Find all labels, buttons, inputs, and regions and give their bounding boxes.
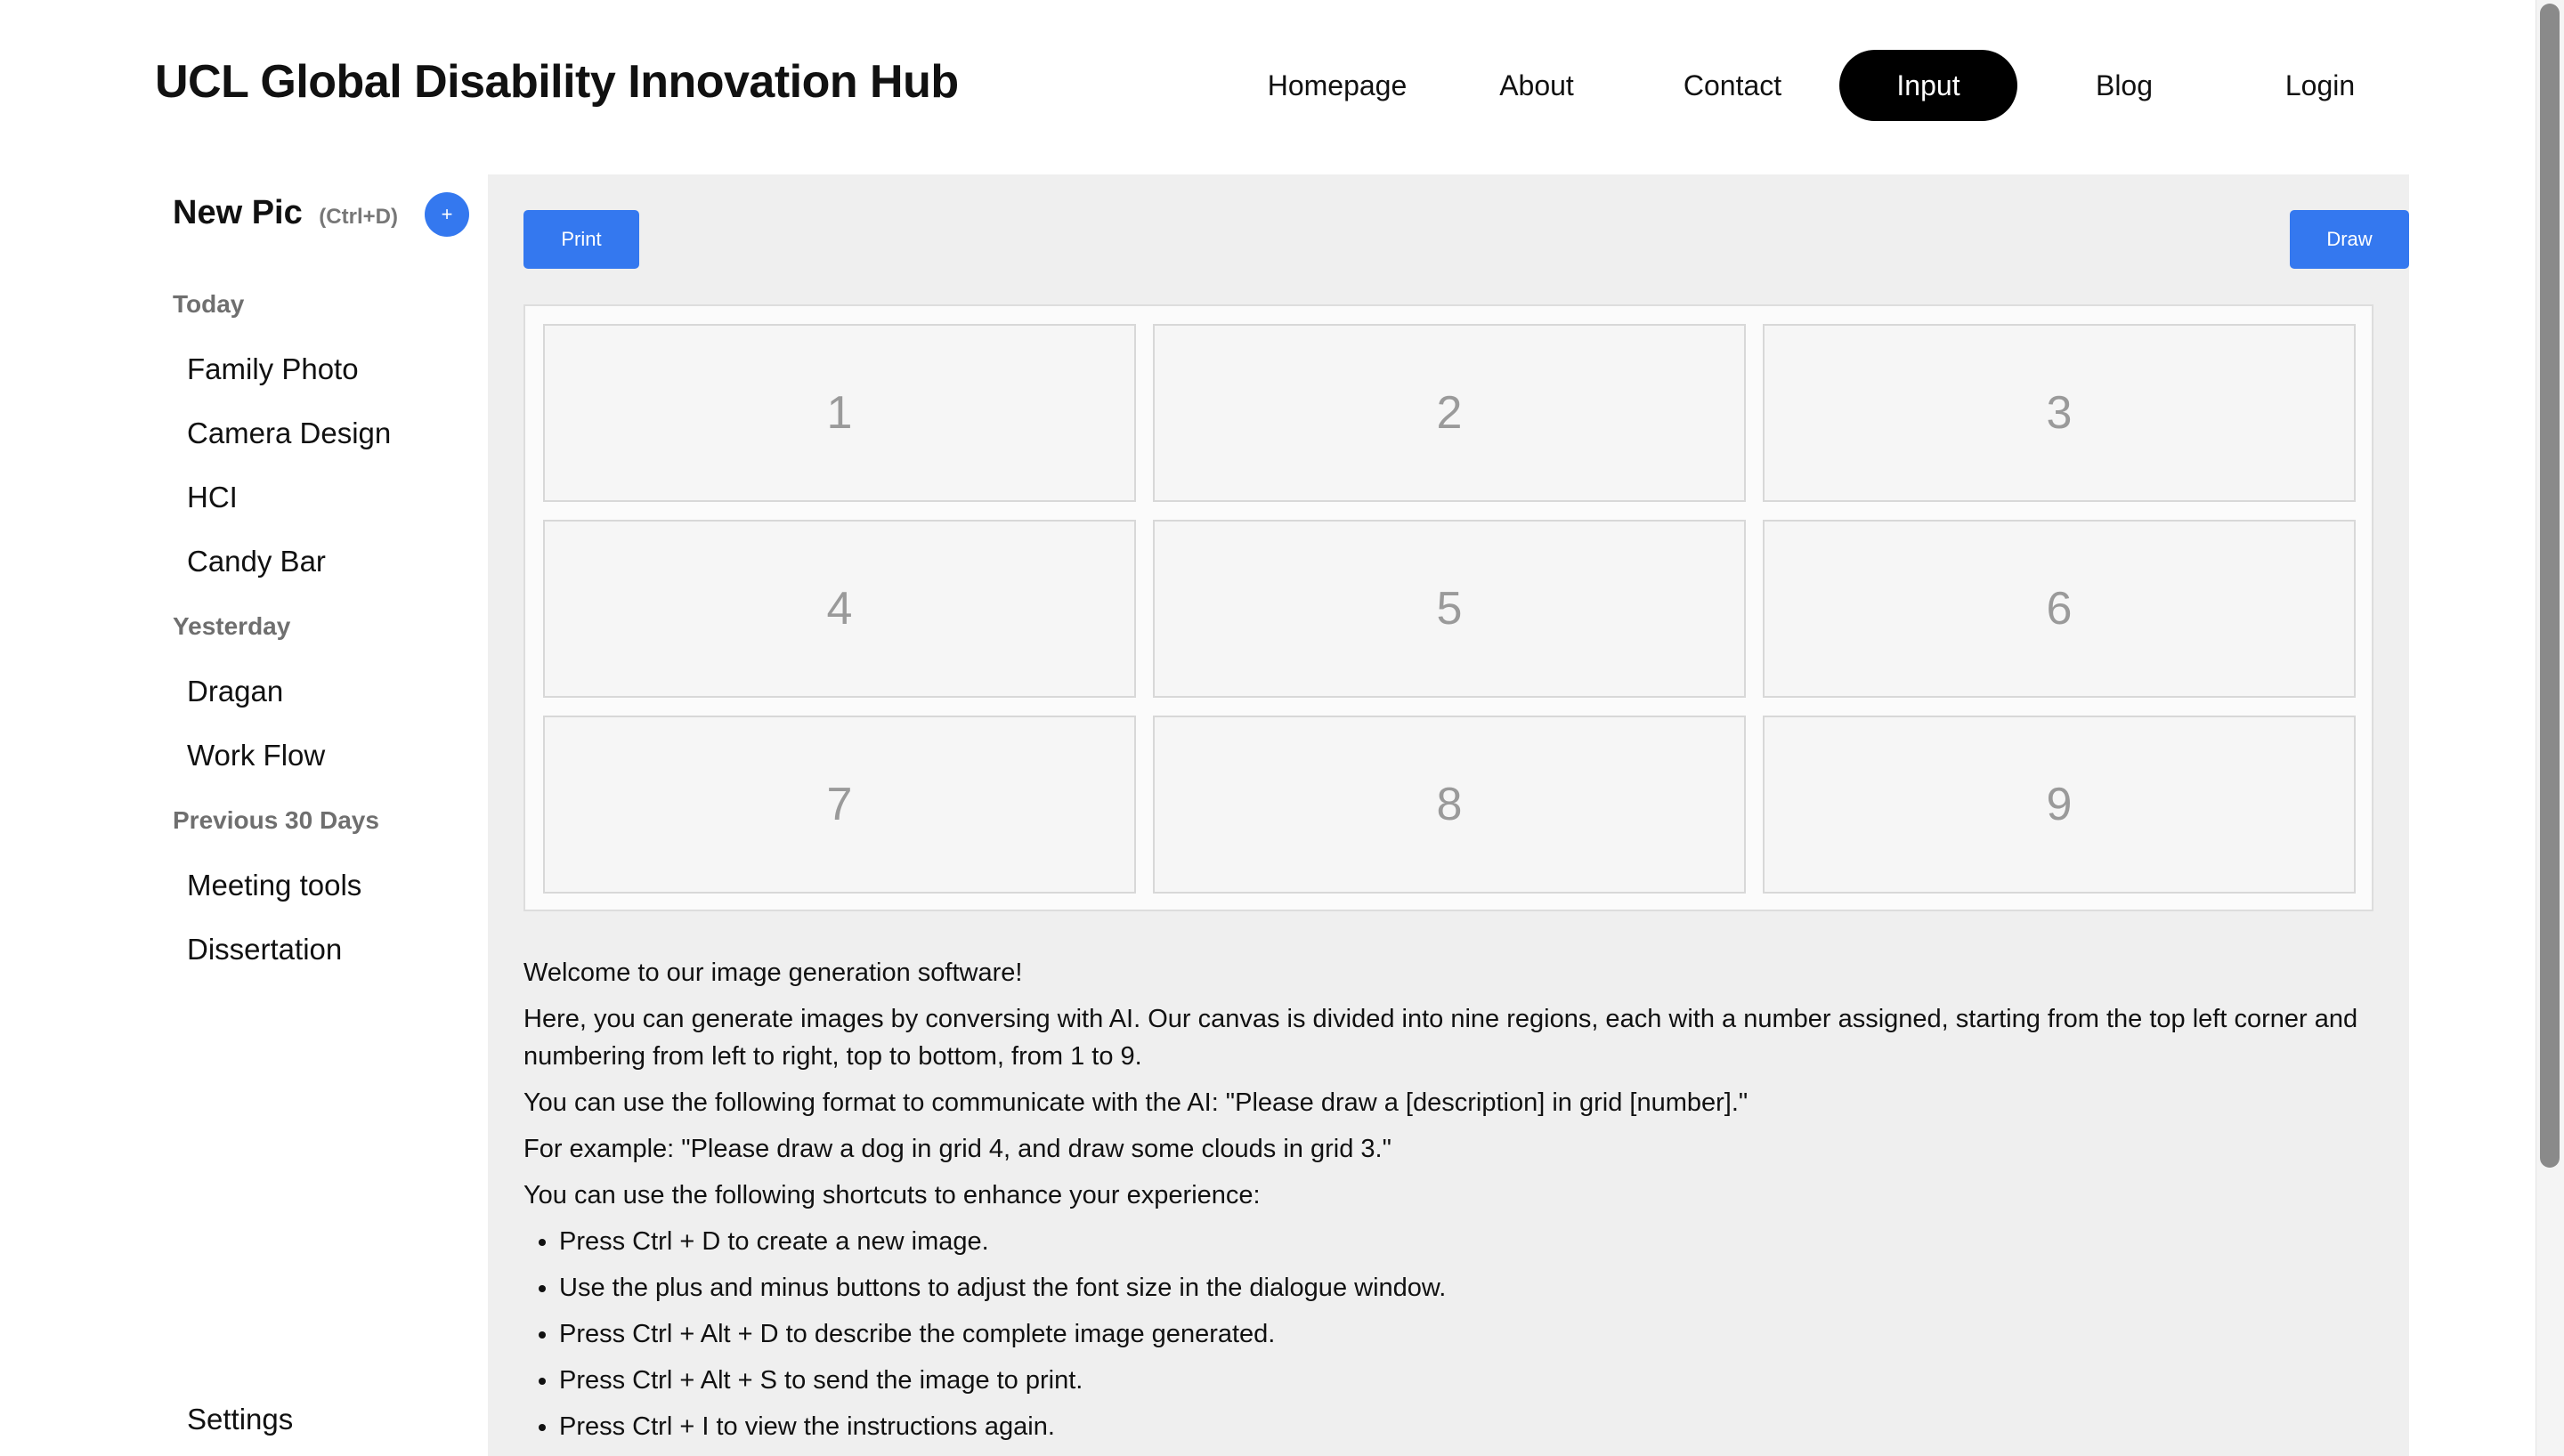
main-panel: Print Draw 1 2 3 4 5 6 7 8 9 Welcome to … <box>488 174 2409 1456</box>
sidebar-item-dissertation[interactable]: Dissertation <box>187 933 342 967</box>
shortcut-list: Press Ctrl + D to create a new image. Us… <box>523 1223 2402 1445</box>
sidebar-item-hci[interactable]: HCI <box>187 481 238 514</box>
intro-text: Here, you can generate images by convers… <box>523 1005 2358 1071</box>
nav-input[interactable]: Input <box>1839 50 2017 121</box>
shortcut-item: Use the plus and minus buttons to adjust… <box>559 1269 2402 1306</box>
grid-cell-6[interactable]: 6 <box>1763 520 2356 698</box>
nav-login[interactable]: Login <box>2231 50 2409 121</box>
grid-cell-3[interactable]: 3 <box>1763 324 2356 502</box>
new-pic-label: New Pic <box>173 194 303 231</box>
example-text: For example: "Please draw a dog in grid … <box>523 1135 1392 1163</box>
section-today: Today <box>173 290 245 318</box>
grid-cell-7[interactable]: 7 <box>543 716 1136 894</box>
grid-cell-5[interactable]: 5 <box>1153 520 1746 698</box>
welcome-text: Welcome to our image generation software… <box>523 959 1023 987</box>
sidebar-item-camera-design[interactable]: Camera Design <box>187 417 391 450</box>
sidebar-item-family-photo[interactable]: Family Photo <box>187 352 359 386</box>
site-title[interactable]: UCL Global Disability Innovation Hub <box>155 55 959 109</box>
shortcut-item: Press Ctrl + D to create a new image. <box>559 1223 2402 1260</box>
print-button[interactable]: Print <box>523 210 639 269</box>
draw-button[interactable]: Draw <box>2290 210 2409 269</box>
shortcuts-intro-text: You can use the following shortcuts to e… <box>523 1181 1261 1209</box>
grid-cell-2[interactable]: 2 <box>1153 324 1746 502</box>
nav-blog[interactable]: Blog <box>2035 50 2213 121</box>
nav-homepage[interactable]: Homepage <box>1248 50 1426 121</box>
grid-cell-8[interactable]: 8 <box>1153 716 1746 894</box>
grid-cell-9[interactable]: 9 <box>1763 716 2356 894</box>
sidebar-item-candy-bar[interactable]: Candy Bar <box>187 545 326 578</box>
new-pic-button[interactable]: New Pic (Ctrl+D) <box>173 194 398 232</box>
grid-cell-1[interactable]: 1 <box>543 324 1136 502</box>
shortcut-item: Press Ctrl + I to view the instructions … <box>559 1408 2402 1445</box>
section-previous-30-days: Previous 30 Days <box>173 806 379 834</box>
instructions-panel: Welcome to our image generation software… <box>523 954 2402 1454</box>
sidebar-item-work-flow[interactable]: Work Flow <box>187 739 325 772</box>
section-yesterday: Yesterday <box>173 612 291 640</box>
page: UCL Global Disability Innovation Hub Hom… <box>0 0 2564 1456</box>
image-grid-canvas[interactable]: 1 2 3 4 5 6 7 8 9 <box>523 304 2373 911</box>
sidebar-item-dragan[interactable]: Dragan <box>187 675 283 708</box>
nav-about[interactable]: About <box>1448 50 1626 121</box>
shortcut-item: Press Ctrl + Alt + S to send the image t… <box>559 1362 2402 1399</box>
nav-contact[interactable]: Contact <box>1643 50 1822 121</box>
shortcut-item: Press Ctrl + Alt + D to describe the com… <box>559 1315 2402 1353</box>
format-text: You can use the following format to comm… <box>523 1088 1749 1117</box>
settings-link[interactable]: Settings <box>187 1403 293 1436</box>
scrollbar-thumb[interactable] <box>2540 4 2560 1168</box>
sidebar-item-meeting-tools[interactable]: Meeting tools <box>187 869 361 902</box>
new-pic-shortcut: (Ctrl+D) <box>319 205 398 229</box>
add-icon[interactable]: + <box>425 192 469 237</box>
grid-cell-4[interactable]: 4 <box>543 520 1136 698</box>
